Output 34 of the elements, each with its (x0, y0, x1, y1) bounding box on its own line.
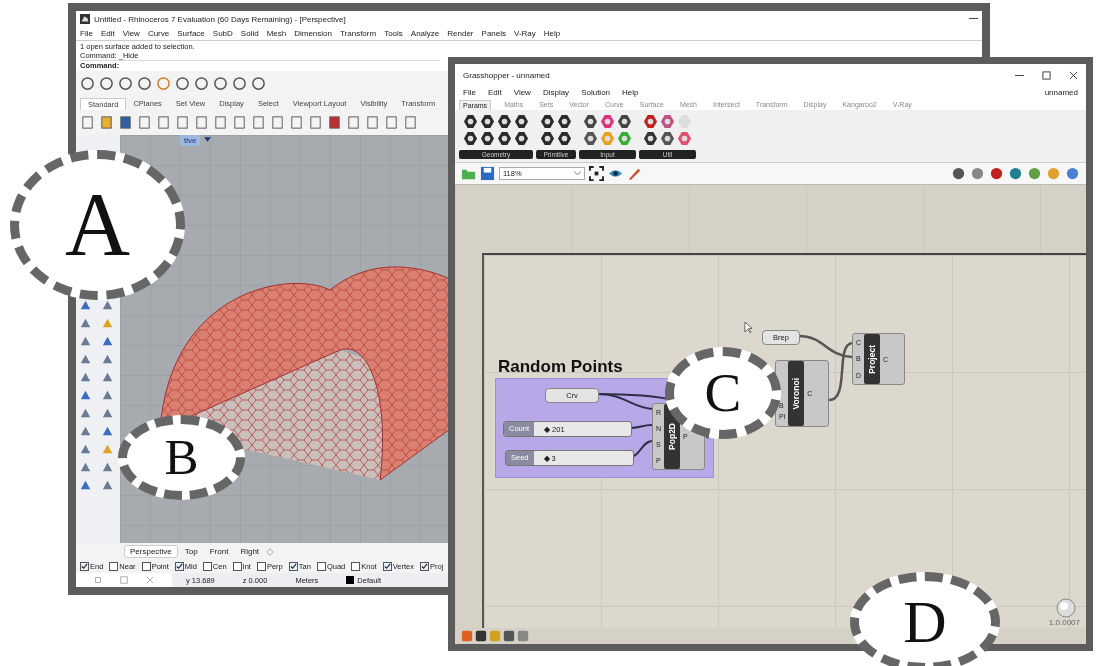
menu-item[interactable]: Solid (240, 29, 259, 38)
menu-item[interactable]: Curve (147, 29, 170, 38)
menu-item[interactable]: View (513, 88, 531, 97)
menu-item[interactable]: Surface (177, 29, 205, 38)
menu-item[interactable]: Mesh (266, 29, 287, 38)
menu-item[interactable]: Solution (581, 88, 611, 97)
viewport-tab[interactable]: Perspective (124, 545, 178, 558)
menu-item[interactable]: SubD (212, 29, 233, 38)
menu-item[interactable]: Render (447, 29, 474, 38)
viewport-label[interactable]: tive (180, 135, 201, 146)
window-title: Grasshopper - unnamed (463, 70, 550, 80)
menu-item[interactable]: Dimension (294, 29, 332, 38)
component-name: Voronoi (791, 377, 802, 410)
menu-item[interactable]: File (80, 29, 93, 38)
menu-item[interactable]: View (122, 29, 140, 38)
menu-item[interactable]: Edit (100, 29, 115, 38)
menu-item[interactable]: Edit (487, 88, 502, 97)
menu-item[interactable]: Help (622, 88, 639, 97)
menu-item[interactable]: Analyze (410, 29, 440, 38)
menu-item[interactable]: Tools (384, 29, 403, 38)
viewport-tab[interactable]: Top (179, 546, 203, 557)
viewport-tab[interactable]: Right (235, 546, 265, 557)
viewport-tab[interactable]: Front (204, 546, 234, 557)
menu-item[interactable]: Panels (481, 29, 506, 38)
menu-item[interactable]: File (463, 88, 476, 97)
menu-item[interactable]: Display (542, 88, 570, 97)
component-name: Project (867, 344, 878, 374)
window-title: Untitled - Rhinoceros 7 Evaluation (60 Days Remaining) - [Perspective] (94, 14, 346, 24)
menu-item[interactable]: Transform (340, 29, 377, 38)
menu-item[interactable]: V-Ray (514, 29, 536, 38)
version-label: 1.0.0007 (1048, 618, 1080, 627)
document-name: unnamed (1044, 88, 1078, 97)
group-title: Random Points (498, 357, 623, 377)
menu-item[interactable]: Help (543, 29, 561, 38)
